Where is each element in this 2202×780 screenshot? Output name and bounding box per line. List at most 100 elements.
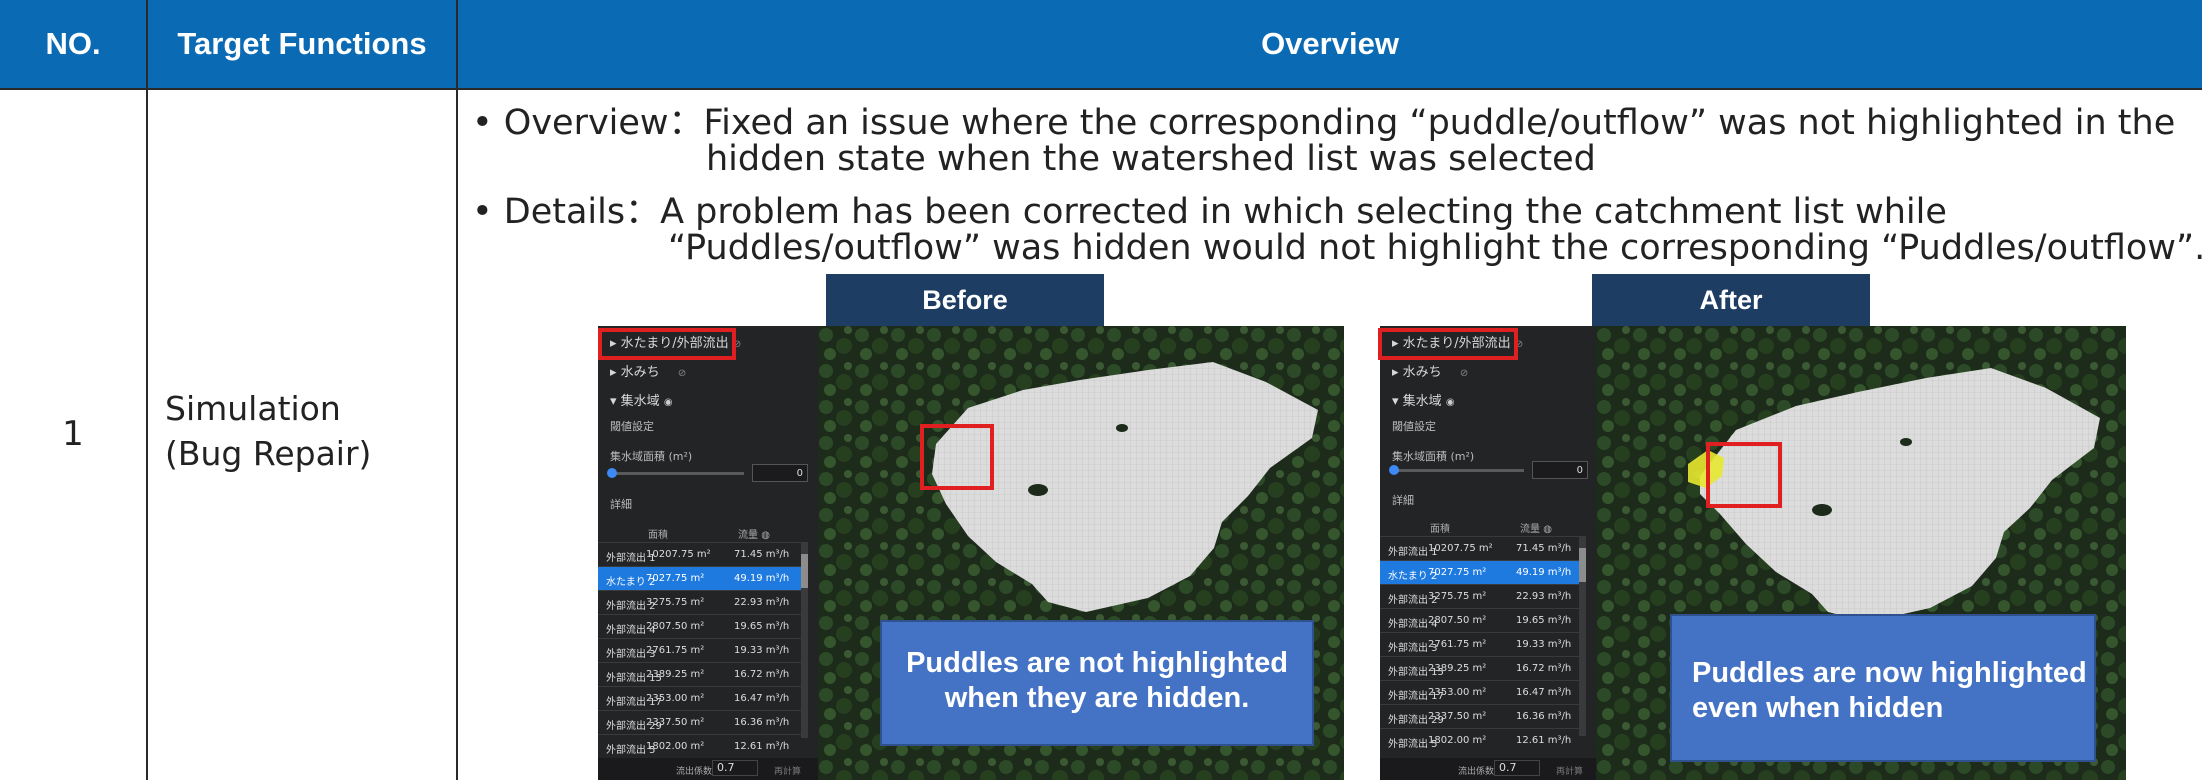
layer-water-path-label: 水みち bbox=[620, 365, 660, 380]
row-flow: 71.45 m³/h bbox=[1516, 543, 1572, 554]
table-row[interactable]: 外部流出 2 3275.75 m² 22.93 m³/h bbox=[1380, 584, 1580, 609]
row-flow: 19.33 m³/h bbox=[1516, 639, 1572, 650]
row-area: 2337.50 m² bbox=[1428, 711, 1487, 722]
row-flow: 12.61 m³/h bbox=[734, 741, 790, 752]
row-area: 2353.00 m² bbox=[646, 693, 705, 704]
after-layer-highlight-box bbox=[1378, 328, 1518, 360]
eye-icon[interactable]: ◉ bbox=[1446, 397, 1455, 408]
table-row[interactable]: 水たまり 2 7027.75 m² 49.19 m³/h bbox=[1380, 560, 1580, 585]
row-area: 2337.50 m² bbox=[646, 717, 705, 728]
runoff-input[interactable]: 0.7 bbox=[1494, 760, 1540, 776]
row-flow: 12.61 m³/h bbox=[1516, 735, 1572, 746]
area-slider-track[interactable] bbox=[1392, 469, 1524, 472]
table-row[interactable]: 外部流出 1 10207.75 m² 71.45 m³/h bbox=[1380, 536, 1580, 561]
table-row[interactable]: 外部流出 4 2807.50 m² 19.65 m³/h bbox=[1380, 608, 1580, 633]
area-slider-knob[interactable] bbox=[607, 468, 617, 478]
row-flow: 49.19 m³/h bbox=[1516, 567, 1572, 578]
runoff-label: 流出係数 bbox=[676, 767, 713, 777]
col-flow-header[interactable]: 流量 ◍ bbox=[1520, 520, 1552, 535]
after-caption-line1: Puddles are now highlighted bbox=[1692, 657, 2087, 689]
table-row[interactable]: 外部流出 5 1802.00 m² 12.61 m³/h bbox=[598, 734, 804, 759]
area-label: 集水域面積 (m²) bbox=[610, 450, 693, 463]
sort-icon[interactable]: ◍ bbox=[1543, 524, 1552, 535]
list-scrollbar[interactable] bbox=[801, 542, 808, 738]
table-row[interactable]: 外部流出 1 10207.75 m² 71.45 m³/h bbox=[598, 542, 804, 567]
eye-icon[interactable]: ◉ bbox=[664, 397, 673, 408]
after-puddle-highlight-box bbox=[1706, 442, 1782, 508]
before-tag: Before bbox=[826, 274, 1104, 326]
table-row[interactable]: 外部流出 29 2337.50 m² 16.36 m³/h bbox=[1380, 704, 1580, 729]
row-number: 1 bbox=[62, 414, 84, 454]
col-area-header[interactable]: 面積 bbox=[648, 526, 668, 541]
after-tag: After bbox=[1592, 274, 1870, 326]
row-flow: 16.36 m³/h bbox=[1516, 711, 1572, 722]
overview-line1: • Overview：Fixed an issue where the corr… bbox=[472, 103, 2176, 143]
before-caption-line1: Puddles are not highlighted bbox=[906, 647, 1288, 679]
recalc-button[interactable]: 再計算 bbox=[1556, 764, 1583, 777]
header-no-label: NO. bbox=[45, 26, 101, 61]
row-area: 2389.25 m² bbox=[646, 669, 705, 680]
target-function-line1: Simulation bbox=[165, 389, 341, 428]
row-area: 2761.75 m² bbox=[646, 645, 705, 656]
table-row[interactable]: 外部流出 17 2353.00 m² 16.47 m³/h bbox=[598, 686, 804, 711]
column-divider bbox=[146, 0, 148, 780]
before-sim-panel: ▸ 水たまり/外部流出 ⊘ ▸ 水みち ⊘ ▾ 集水域 ◉ 閾値設定 集水域面積… bbox=[598, 326, 818, 780]
catchment-list: 外部流出 1 10207.75 m² 71.45 m³/h 水たまり 2 7027.75… bbox=[598, 542, 804, 758]
row-flow: 19.33 m³/h bbox=[734, 645, 790, 656]
before-caption: Puddles are not highlighted when they ar… bbox=[880, 620, 1314, 746]
area-slider-value[interactable]: 0 bbox=[1532, 461, 1588, 479]
layer-water-path[interactable]: ▸ 水みち ⊘ bbox=[1392, 361, 1468, 380]
col-flow-label: 流量 bbox=[1520, 524, 1540, 535]
runoff-bar: 流出係数 0.7 再計算 bbox=[1380, 758, 1596, 780]
table-row[interactable]: 外部流出 17 2353.00 m² 16.47 m³/h bbox=[1380, 680, 1580, 705]
list-scrollbar[interactable] bbox=[1579, 536, 1586, 736]
column-divider bbox=[456, 0, 458, 780]
sort-icon[interactable]: ◍ bbox=[761, 530, 770, 541]
row-divider bbox=[0, 88, 2202, 90]
table-row[interactable]: 外部流出 29 2337.50 m² 16.36 m³/h bbox=[598, 710, 804, 735]
table-row[interactable]: 外部流出 15 2389.25 m² 16.72 m³/h bbox=[1380, 656, 1580, 681]
header-overview-label: Overview bbox=[1261, 26, 1399, 61]
row-area: 10207.75 m² bbox=[646, 549, 711, 560]
header-no: NO. bbox=[0, 0, 146, 88]
target-function-line2: (Bug Repair) bbox=[165, 434, 372, 473]
runoff-input[interactable]: 0.7 bbox=[712, 760, 758, 776]
layer-catchment[interactable]: ▾ 集水域 ◉ bbox=[610, 390, 673, 409]
table-row[interactable]: 外部流出 2 3275.75 m² 22.93 m³/h bbox=[598, 590, 804, 615]
recalc-button[interactable]: 再計算 bbox=[774, 764, 801, 777]
details-line2: “Puddles/outflow” was hidden would not h… bbox=[668, 228, 2202, 268]
layer-catchment[interactable]: ▾ 集水域 ◉ bbox=[1392, 390, 1455, 409]
runoff-label: 流出係数 bbox=[1458, 767, 1495, 777]
layer-catchment-label: 集水域 bbox=[1402, 394, 1442, 409]
after-sim-panel: ▸ 水たまり/外部流出 ⊘ ▸ 水みち ⊘ ▾ 集水域 ◉ 閾値設定 集水域面積… bbox=[1380, 326, 1596, 780]
table-row[interactable]: 水たまり 2 7027.75 m² 49.19 m³/h bbox=[598, 566, 804, 591]
eye-off-icon[interactable]: ⊘ bbox=[1460, 368, 1468, 379]
overview-line2: hidden state when the watershed list was… bbox=[706, 139, 1596, 179]
row-area: 2389.25 m² bbox=[1428, 663, 1487, 674]
threshold-heading: 閾値設定 bbox=[1392, 420, 1436, 433]
row-area: 3275.75 m² bbox=[1428, 591, 1487, 602]
table-row[interactable]: 外部流出 3 2761.75 m² 19.33 m³/h bbox=[598, 638, 804, 663]
area-label: 集水域面積 (m²) bbox=[1392, 450, 1475, 463]
row-flow: 16.47 m³/h bbox=[1516, 687, 1572, 698]
header-target-functions: Target Functions bbox=[148, 0, 456, 88]
threshold-heading: 閾値設定 bbox=[610, 420, 654, 433]
table-row[interactable]: 外部流出 5 1802.00 m² 12.61 m³/h bbox=[1380, 728, 1580, 753]
row-flow: 16.72 m³/h bbox=[734, 669, 790, 680]
row-flow: 16.47 m³/h bbox=[734, 693, 790, 704]
table-row[interactable]: 外部流出 3 2761.75 m² 19.33 m³/h bbox=[1380, 632, 1580, 657]
area-slider-track[interactable] bbox=[610, 472, 744, 475]
row-area: 2761.75 m² bbox=[1428, 639, 1487, 650]
table-row[interactable]: 外部流出 15 2389.25 m² 16.72 m³/h bbox=[598, 662, 804, 687]
table-row[interactable]: 外部流出 4 2807.50 m² 19.65 m³/h bbox=[598, 614, 804, 639]
area-slider-knob[interactable] bbox=[1389, 465, 1399, 475]
eye-off-icon[interactable]: ⊘ bbox=[678, 368, 686, 379]
col-flow-header[interactable]: 流量 ◍ bbox=[738, 526, 770, 541]
row-area: 7027.75 m² bbox=[646, 573, 705, 584]
col-area-header[interactable]: 面積 bbox=[1430, 520, 1450, 535]
layer-water-path[interactable]: ▸ 水みち ⊘ bbox=[610, 361, 686, 380]
area-slider-value[interactable]: 0 bbox=[752, 464, 808, 482]
row-flow: 22.93 m³/h bbox=[734, 597, 790, 608]
header-target-label: Target Functions bbox=[177, 26, 427, 61]
layer-catchment-label: 集水域 bbox=[620, 394, 660, 409]
